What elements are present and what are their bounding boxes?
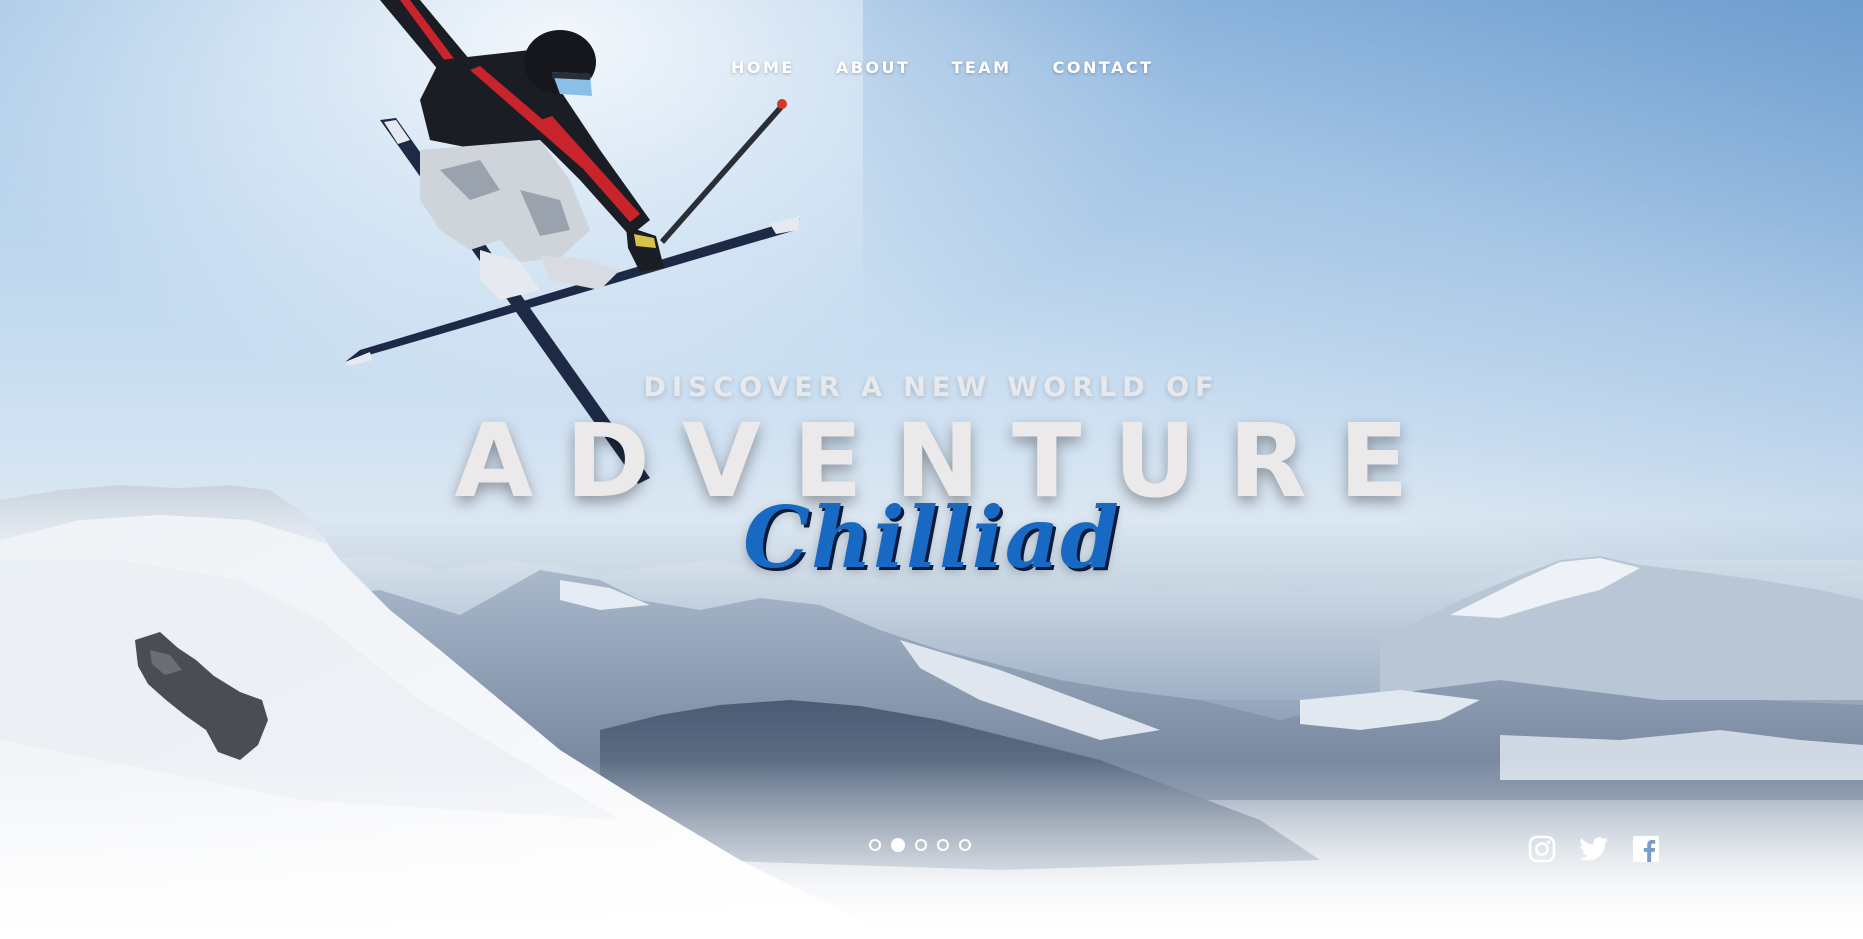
main-nav: HOME ABOUT TEAM CONTACT: [731, 58, 1154, 77]
nav-link-home[interactable]: HOME: [731, 58, 795, 77]
instagram-icon: [1528, 835, 1556, 863]
brand-logo-text: Chilliad: [743, 488, 1120, 587]
twitter-icon: [1579, 837, 1609, 861]
nav-link-contact[interactable]: CONTACT: [1053, 58, 1154, 77]
facebook-link[interactable]: [1631, 834, 1661, 864]
hero-section: HOME ABOUT TEAM CONTACT DISCOVER A NEW W…: [0, 0, 1863, 939]
social-links: [1527, 834, 1661, 864]
facebook-icon: [1633, 836, 1659, 862]
hero-kicker: DISCOVER A NEW WORLD OF: [643, 372, 1220, 403]
slider-dot-2[interactable]: [891, 838, 905, 852]
twitter-link[interactable]: [1579, 834, 1609, 864]
slider-dots: [869, 838, 971, 852]
slider-dot-3[interactable]: [915, 839, 927, 851]
slider-dot-4[interactable]: [937, 839, 949, 851]
slider-dot-5[interactable]: [959, 839, 971, 851]
instagram-link[interactable]: [1527, 834, 1557, 864]
nav-link-team[interactable]: TEAM: [951, 58, 1011, 77]
nav-link-about[interactable]: ABOUT: [836, 58, 911, 77]
slider-dot-1[interactable]: [869, 839, 881, 851]
